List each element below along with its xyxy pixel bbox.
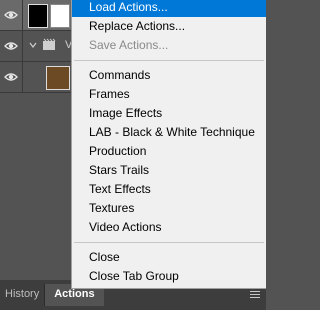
menu-separator bbox=[74, 60, 264, 61]
menu-item-textures[interactable]: Textures bbox=[72, 199, 266, 218]
layer-thumbnail bbox=[28, 4, 48, 28]
visibility-eye-icon[interactable] bbox=[4, 70, 18, 84]
menu-item-image-effects[interactable]: Image Effects bbox=[72, 104, 266, 123]
menu-item-load-actions[interactable]: Load Actions... bbox=[72, 0, 266, 17]
row-divider bbox=[22, 62, 23, 92]
menu-item-stars-trails[interactable]: Stars Trails bbox=[72, 161, 266, 180]
menu-item-close[interactable]: Close bbox=[72, 248, 266, 267]
menu-item-frames[interactable]: Frames bbox=[72, 85, 266, 104]
row-divider bbox=[22, 0, 23, 30]
menu-separator bbox=[74, 242, 264, 243]
menu-item-text-effects[interactable]: Text Effects bbox=[72, 180, 266, 199]
menu-item-lab-black-white[interactable]: LAB - Black & White Technique bbox=[72, 123, 266, 142]
visibility-eye-icon[interactable] bbox=[4, 39, 18, 53]
menu-item-video-actions[interactable]: Video Actions bbox=[72, 218, 266, 237]
menu-item-commands[interactable]: Commands bbox=[72, 66, 266, 85]
chevron-down-icon[interactable] bbox=[28, 39, 38, 51]
row-divider bbox=[22, 31, 23, 61]
menu-item-production[interactable]: Production bbox=[72, 142, 266, 161]
video-group-icon bbox=[43, 38, 56, 50]
layer-mask-thumbnail bbox=[50, 4, 70, 28]
panel-menu-icon[interactable] bbox=[250, 291, 260, 299]
layer-thumbnail bbox=[46, 66, 70, 90]
menu-item-close-tab-group[interactable]: Close Tab Group bbox=[72, 267, 266, 286]
tab-history[interactable]: History bbox=[0, 284, 44, 306]
menu-item-replace-actions[interactable]: Replace Actions... bbox=[72, 17, 266, 36]
actions-panel-menu: Load Actions... Replace Actions... Save … bbox=[71, 0, 266, 289]
menu-item-save-actions: Save Actions... bbox=[89, 38, 169, 52]
visibility-eye-icon[interactable] bbox=[4, 8, 18, 22]
